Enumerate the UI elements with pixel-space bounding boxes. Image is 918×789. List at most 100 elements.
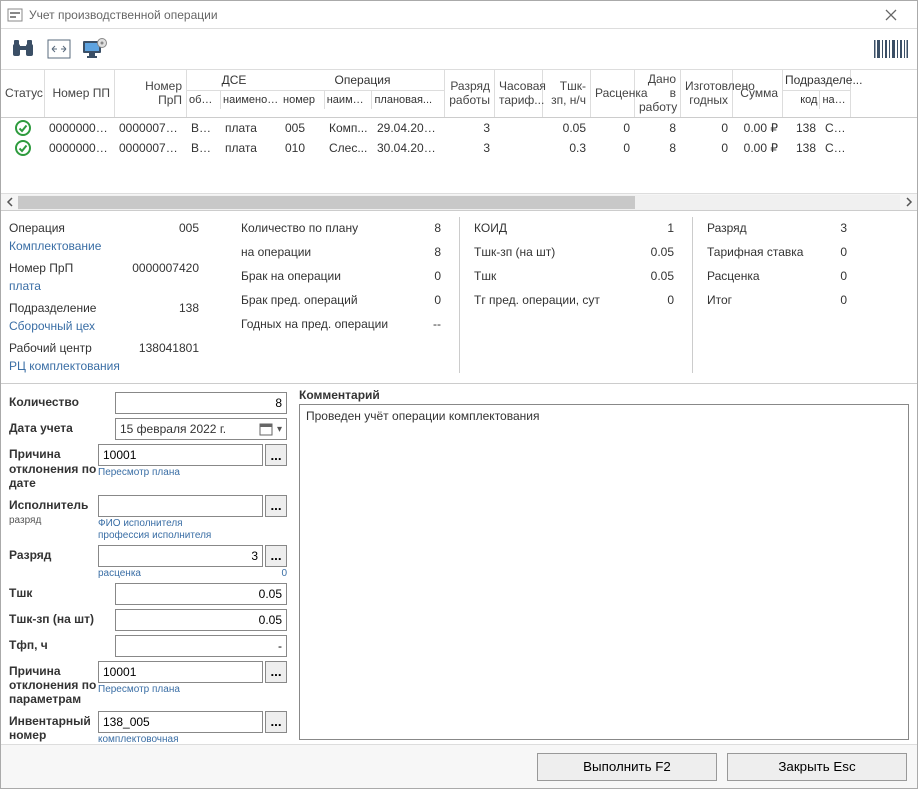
exec-input[interactable] [98,495,263,517]
comment-textarea[interactable]: Проведен учёт операции комплектования [299,404,909,740]
submit-button[interactable]: Выполнить F2 [537,753,717,781]
col-op-naim[interactable]: наимен... [325,91,373,109]
col-dse[interactable]: ДСЕ [187,70,281,91]
scroll-thumb[interactable] [18,196,635,209]
det-nomprp-link[interactable]: плата [9,279,199,293]
cell-op-plan: 30.04.202... [373,140,445,156]
tshk-input[interactable] [115,583,287,605]
col-razr[interactable]: Разряд работы [445,70,495,117]
col-dano[interactable]: Дано в работу [635,70,681,117]
col-izg[interactable]: Изготовлено годных [681,70,733,117]
det-op-lbl: Операция [9,221,119,235]
det-rc-lbl: Рабочий центр [9,341,119,355]
cell-tshk: 0.3 [543,140,591,156]
exec-lookup-button[interactable]: ... [265,495,287,517]
cell-izg: 0 [681,120,733,136]
close-esc-button[interactable]: Закрыть Esc [727,753,907,781]
col-tshk[interactable]: Тшк-зп, н/ч [543,70,591,117]
scroll-left-icon[interactable] [1,195,18,210]
cell-summ: 0.00 ₽ [733,140,783,156]
det-godn-val: -- [401,317,441,331]
det-podr-val: 138 [119,301,199,315]
qty-input[interactable] [115,392,287,414]
table-row[interactable]: 00000001000000007420ВИ...плата005Комп...… [1,118,917,138]
reason-date-hint: Пересмотр плана [98,467,287,478]
col-op-nom[interactable]: номер [281,91,325,109]
razr-lookup-button[interactable]: ... [265,545,287,567]
exec-hint1: ФИО исполнителя [98,518,287,529]
col-nompp[interactable]: Номер ПП [45,70,115,117]
cell-op-nom: 010 [281,140,325,156]
date-picker[interactable]: 15 февраля 2022 г. ▾ [115,418,287,440]
monitor-settings-icon[interactable] [81,35,109,63]
det-tshkzp-lbl: Тшк-зп (на шт) [474,245,634,259]
tshkzp-input[interactable] [115,609,287,631]
det-rasc-val: 0 [817,269,847,283]
det-naop-val: 8 [401,245,441,259]
cell-chas [495,127,543,129]
cell-nomprp: 0000007420 [115,140,187,156]
col-chas[interactable]: Часовая тариф... [495,70,543,117]
col-podr-naim[interactable]: наим... [820,91,850,109]
det-tshk-val: 0.05 [634,269,674,283]
col-nomprp[interactable]: Номер ПрП [115,70,187,117]
col-rasc[interactable]: Расценка [591,70,635,117]
cell-op-plan: 29.04.202... [373,120,445,136]
scroll-right-icon[interactable] [900,195,917,210]
comment-label: Комментарий [299,388,909,402]
det-brakp-val: 0 [401,293,441,307]
fit-width-icon[interactable] [45,35,73,63]
razr-hint-l: расценка [98,568,141,579]
exec-hint2: профессия исполнителя [98,530,287,541]
status-ok-icon [1,119,45,137]
cell-dse-naim: плата [221,140,281,156]
razr-input[interactable] [98,545,263,567]
reason-date-label: Причина отклонения по дате [9,444,98,490]
col-op-plan[interactable]: плановая... [372,91,444,109]
cell-summ: 0.00 ₽ [733,120,783,136]
inv-hint: комплектовочная [98,734,287,744]
reason-date-input[interactable] [98,444,263,466]
det-godn-lbl: Годных на пред. операции [241,317,401,331]
cell-podr-naim: Сб... [821,120,851,136]
dropdown-icon: ▾ [277,424,282,435]
close-button[interactable] [871,2,911,28]
cell-op-naim: Комп... [325,120,373,136]
det-koid-val: 1 [634,221,674,235]
tfp-label: Тфп, ч [9,635,115,652]
inv-input[interactable] [98,711,263,733]
det-op-name[interactable]: Комплектование [9,239,199,253]
inv-lookup-button[interactable]: ... [265,711,287,733]
grid-hscroll[interactable] [1,193,917,210]
cell-nompp: 0000000100 [45,120,115,136]
col-dse-oboz[interactable]: обозн... [187,91,221,109]
det-brakp-lbl: Брак пред. операций [241,293,401,307]
barcode-icon[interactable] [873,35,909,63]
cell-podr-naim: Сб... [821,140,851,156]
col-op[interactable]: Операция [281,70,444,91]
table-row[interactable]: 00000001000000007420ВИ...плата010Слес...… [1,138,917,158]
det-podr-link[interactable]: Сборочный цех [9,319,199,333]
cell-izg: 0 [681,140,733,156]
cell-dano: 8 [635,120,681,136]
det-tshkzp-val: 0.05 [634,245,674,259]
cell-op-nom: 005 [281,120,325,136]
binoculars-icon[interactable] [9,35,37,63]
reason-param-lookup-button[interactable]: ... [265,661,287,683]
reason-param-label: Причина отклонения по параметрам [9,661,98,707]
col-status[interactable]: Статус [1,70,45,117]
det-rasc-lbl: Расценка [707,269,817,283]
col-podr[interactable]: Подразделе... [783,70,850,91]
cell-razr: 3 [445,120,495,136]
reason-param-input[interactable] [98,661,263,683]
col-dse-naim[interactable]: наименов... [221,91,281,109]
det-tshk-lbl: Тшк [474,269,634,283]
reason-date-lookup-button[interactable]: ... [265,444,287,466]
det-rc-link[interactable]: РЦ комплектования [9,359,199,373]
col-podr-kod[interactable]: код [783,91,820,109]
col-summ[interactable]: Сумма [733,70,783,117]
det-podr-lbl: Подразделение [9,301,119,315]
det-plan-val: 8 [401,221,441,235]
cell-chas [495,147,543,149]
tfp-input[interactable] [115,635,287,657]
